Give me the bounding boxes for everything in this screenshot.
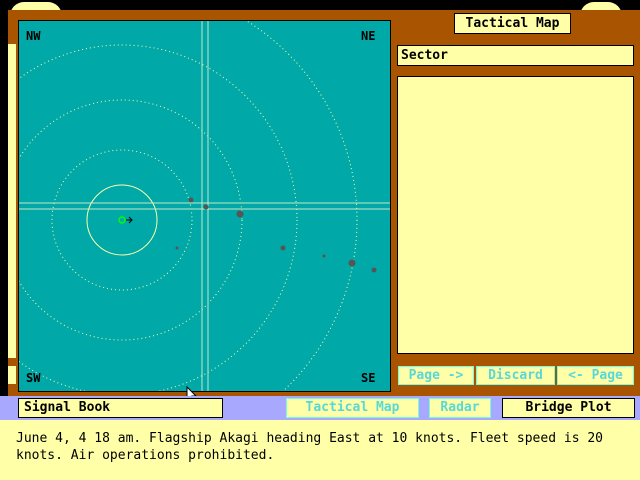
status-message: June 4, 4 18 am. Flagship Akagi heading … [16, 431, 603, 463]
range-ring [86, 184, 158, 256]
map-plot [19, 21, 390, 391]
flagship-marker [118, 216, 126, 224]
contact-marker [322, 254, 326, 258]
corner-label-se: SE [361, 371, 376, 385]
tactical-map-button[interactable]: Tactical Map [286, 398, 419, 418]
tactical-map[interactable]: NW NE SW SE [18, 20, 391, 392]
contact-marker [175, 246, 179, 250]
contact-marker [203, 204, 209, 210]
contact-marker [348, 259, 356, 267]
corner-label-ne: NE [361, 29, 376, 43]
corner-label-nw: NW [26, 29, 41, 43]
contact-marker [236, 210, 244, 218]
range-ring [245, 21, 358, 391]
page-next-button[interactable]: Page -> [398, 366, 474, 385]
contact-marker [188, 197, 194, 203]
radar-button[interactable]: Radar [429, 398, 491, 418]
page-prev-button[interactable]: <- Page [557, 366, 634, 385]
sector-label: Sector [401, 48, 448, 63]
discard-button[interactable]: Discard [476, 366, 555, 385]
range-ring [19, 44, 298, 391]
bridge-plot-button[interactable]: Bridge Plot [502, 398, 635, 418]
frame-left-strip [8, 44, 16, 358]
corner-label-sw: SW [26, 371, 41, 385]
contact-marker [371, 267, 377, 273]
frame-left-strip [8, 366, 16, 384]
range-ring [51, 149, 193, 291]
panel-title: Tactical Map [454, 13, 571, 34]
signal-book-button[interactable]: Signal Book [18, 398, 223, 418]
sector-field[interactable]: Sector [397, 45, 634, 66]
contact-marker [280, 245, 286, 251]
message-list[interactable] [397, 76, 634, 354]
